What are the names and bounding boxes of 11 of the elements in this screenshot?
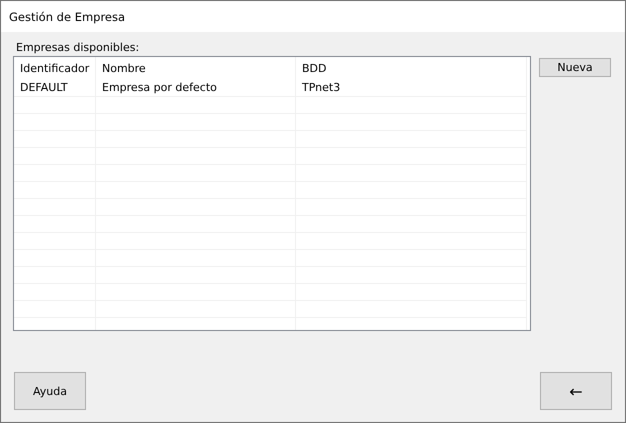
column-header[interactable]: Nombre xyxy=(96,57,296,79)
new-button[interactable]: Nueva xyxy=(539,58,611,77)
list-label: Empresas disponibles: xyxy=(16,40,140,56)
column-header[interactable]: Identificador xyxy=(14,57,96,79)
column-header[interactable]: BDD xyxy=(296,57,527,79)
window-title: Gestión de Empresa xyxy=(9,10,126,24)
help-button[interactable]: Ayuda xyxy=(14,372,86,410)
table-cell: Empresa por defecto xyxy=(96,79,296,96)
back-button[interactable]: ← xyxy=(540,372,612,410)
table-cell: TPnet3 xyxy=(296,79,527,96)
table-cell: DEFAULT xyxy=(14,79,96,96)
